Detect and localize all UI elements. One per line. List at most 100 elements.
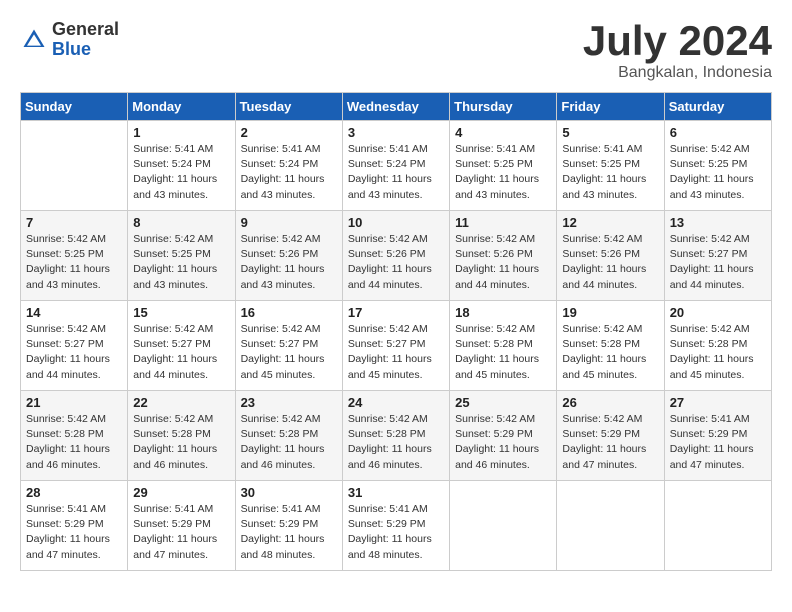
calendar-cell: 30 Sunrise: 5:41 AMSunset: 5:29 PMDayligh… bbox=[235, 481, 342, 571]
calendar-week-row: 1 Sunrise: 5:41 AMSunset: 5:24 PMDaylight… bbox=[21, 121, 772, 211]
cell-info: Sunrise: 5:42 AMSunset: 5:28 PMDaylight:… bbox=[133, 412, 229, 473]
day-number: 13 bbox=[670, 215, 766, 230]
location: Bangkalan, Indonesia bbox=[583, 64, 772, 82]
logo-general: General bbox=[52, 20, 119, 40]
weekday-header: Thursday bbox=[450, 93, 557, 121]
calendar-cell: 11 Sunrise: 5:42 AMSunset: 5:26 PMDayligh… bbox=[450, 211, 557, 301]
calendar-cell: 9Sunrise: 5:42 AMSunset: 5:26 PMDaylight… bbox=[235, 211, 342, 301]
cell-info: Sunrise: 5:42 AMSunset: 5:25 PMDaylight:… bbox=[26, 232, 122, 293]
day-number: 1 bbox=[133, 125, 229, 140]
cell-info: Sunrise: 5:41 AMSunset: 5:24 PMDaylight:… bbox=[241, 142, 337, 203]
month-title: July 2024 bbox=[583, 20, 772, 62]
cell-info: Sunrise: 5:42 AMSunset: 5:26 PMDaylight:… bbox=[348, 232, 444, 293]
logo: General Blue bbox=[20, 20, 119, 60]
weekday-header-row: SundayMondayTuesdayWednesdayThursdayFrid… bbox=[21, 93, 772, 121]
calendar-week-row: 7 Sunrise: 5:42 AMSunset: 5:25 PMDaylight… bbox=[21, 211, 772, 301]
cell-info: Sunrise: 5:42 AMSunset: 5:25 PMDaylight:… bbox=[670, 142, 766, 203]
calendar-cell: 22 Sunrise: 5:42 AMSunset: 5:28 PMDayligh… bbox=[128, 391, 235, 481]
cell-info: Sunrise: 5:41 AMSunset: 5:29 PMDaylight:… bbox=[133, 502, 229, 563]
day-number: 22 bbox=[133, 395, 229, 410]
day-number: 31 bbox=[348, 485, 444, 500]
day-number: 8 bbox=[133, 215, 229, 230]
cell-info: Sunrise: 5:42 AMSunset: 5:28 PMDaylight:… bbox=[455, 322, 551, 383]
title-block: July 2024 Bangkalan, Indonesia bbox=[583, 20, 772, 82]
calendar-cell: 28Sunrise: 5:41 AMSunset: 5:29 PMDayligh… bbox=[21, 481, 128, 571]
calendar-week-row: 14 Sunrise: 5:42 AMSunset: 5:27 PMDayligh… bbox=[21, 301, 772, 391]
day-number: 18 bbox=[455, 305, 551, 320]
calendar-cell: 4Sunrise: 5:41 AMSunset: 5:25 PMDaylight… bbox=[450, 121, 557, 211]
day-number: 15 bbox=[133, 305, 229, 320]
calendar-cell bbox=[21, 121, 128, 211]
day-number: 23 bbox=[241, 395, 337, 410]
day-number: 4 bbox=[455, 125, 551, 140]
cell-info: Sunrise: 5:42 AMSunset: 5:26 PMDaylight:… bbox=[455, 232, 551, 293]
cell-info: Sunrise: 5:42 AMSunset: 5:28 PMDaylight:… bbox=[348, 412, 444, 473]
calendar-cell: 10Sunrise: 5:42 AMSunset: 5:26 PMDayligh… bbox=[342, 211, 449, 301]
calendar-cell: 13 Sunrise: 5:42 AMSunset: 5:27 PMDayligh… bbox=[664, 211, 771, 301]
day-number: 30 bbox=[241, 485, 337, 500]
calendar-cell: 8Sunrise: 5:42 AMSunset: 5:25 PMDaylight… bbox=[128, 211, 235, 301]
cell-info: Sunrise: 5:42 AMSunset: 5:28 PMDaylight:… bbox=[670, 322, 766, 383]
cell-info: Sunrise: 5:41 AMSunset: 5:24 PMDaylight:… bbox=[348, 142, 444, 203]
calendar-cell: 20 Sunrise: 5:42 AMSunset: 5:28 PMDayligh… bbox=[664, 301, 771, 391]
logo-text: General Blue bbox=[52, 20, 119, 60]
day-number: 11 bbox=[455, 215, 551, 230]
cell-info: Sunrise: 5:42 AMSunset: 5:28 PMDaylight:… bbox=[26, 412, 122, 473]
cell-info: Sunrise: 5:42 AMSunset: 5:28 PMDaylight:… bbox=[241, 412, 337, 473]
weekday-header: Wednesday bbox=[342, 93, 449, 121]
day-number: 14 bbox=[26, 305, 122, 320]
calendar-cell: 16 Sunrise: 5:42 AMSunset: 5:27 PMDayligh… bbox=[235, 301, 342, 391]
day-number: 21 bbox=[26, 395, 122, 410]
weekday-header: Monday bbox=[128, 93, 235, 121]
cell-info: Sunrise: 5:42 AMSunset: 5:26 PMDaylight:… bbox=[562, 232, 658, 293]
cell-info: Sunrise: 5:42 AMSunset: 5:27 PMDaylight:… bbox=[670, 232, 766, 293]
weekday-header: Sunday bbox=[21, 93, 128, 121]
calendar-cell: 27 Sunrise: 5:41 AMSunset: 5:29 PMDayligh… bbox=[664, 391, 771, 481]
day-number: 16 bbox=[241, 305, 337, 320]
calendar-cell: 18 Sunrise: 5:42 AMSunset: 5:28 PMDayligh… bbox=[450, 301, 557, 391]
day-number: 7 bbox=[26, 215, 122, 230]
day-number: 12 bbox=[562, 215, 658, 230]
cell-info: Sunrise: 5:42 AMSunset: 5:27 PMDaylight:… bbox=[26, 322, 122, 383]
calendar-week-row: 21 Sunrise: 5:42 AMSunset: 5:28 PMDayligh… bbox=[21, 391, 772, 481]
day-number: 24 bbox=[348, 395, 444, 410]
calendar-cell: 17Sunrise: 5:42 AMSunset: 5:27 PMDayligh… bbox=[342, 301, 449, 391]
day-number: 6 bbox=[670, 125, 766, 140]
day-number: 29 bbox=[133, 485, 229, 500]
calendar-cell bbox=[664, 481, 771, 571]
day-number: 5 bbox=[562, 125, 658, 140]
day-number: 28 bbox=[26, 485, 122, 500]
weekday-header: Friday bbox=[557, 93, 664, 121]
cell-info: Sunrise: 5:42 AMSunset: 5:26 PMDaylight:… bbox=[241, 232, 337, 293]
day-number: 19 bbox=[562, 305, 658, 320]
cell-info: Sunrise: 5:41 AMSunset: 5:29 PMDaylight:… bbox=[670, 412, 766, 473]
calendar-cell: 24 Sunrise: 5:42 AMSunset: 5:28 PMDayligh… bbox=[342, 391, 449, 481]
cell-info: Sunrise: 5:42 AMSunset: 5:28 PMDaylight:… bbox=[562, 322, 658, 383]
calendar-cell: 23 Sunrise: 5:42 AMSunset: 5:28 PMDayligh… bbox=[235, 391, 342, 481]
calendar-cell: 26Sunrise: 5:42 AMSunset: 5:29 PMDayligh… bbox=[557, 391, 664, 481]
calendar-cell: 21 Sunrise: 5:42 AMSunset: 5:28 PMDayligh… bbox=[21, 391, 128, 481]
logo-icon bbox=[20, 26, 48, 54]
calendar-cell bbox=[450, 481, 557, 571]
calendar-cell: 31 Sunrise: 5:41 AMSunset: 5:29 PMDayligh… bbox=[342, 481, 449, 571]
calendar-cell: 7 Sunrise: 5:42 AMSunset: 5:25 PMDaylight… bbox=[21, 211, 128, 301]
calendar-cell bbox=[557, 481, 664, 571]
cell-info: Sunrise: 5:41 AMSunset: 5:29 PMDaylight:… bbox=[241, 502, 337, 563]
calendar-cell: 6 Sunrise: 5:42 AMSunset: 5:25 PMDaylight… bbox=[664, 121, 771, 211]
calendar-cell: 5 Sunrise: 5:41 AMSunset: 5:25 PMDaylight… bbox=[557, 121, 664, 211]
cell-info: Sunrise: 5:42 AMSunset: 5:29 PMDaylight:… bbox=[455, 412, 551, 473]
cell-info: Sunrise: 5:41 AMSunset: 5:29 PMDaylight:… bbox=[348, 502, 444, 563]
page-header: General Blue July 2024 Bangkalan, Indone… bbox=[20, 20, 772, 82]
calendar-cell: 25Sunrise: 5:42 AMSunset: 5:29 PMDayligh… bbox=[450, 391, 557, 481]
cell-info: Sunrise: 5:41 AMSunset: 5:25 PMDaylight:… bbox=[562, 142, 658, 203]
cell-info: Sunrise: 5:41 AMSunset: 5:24 PMDaylight:… bbox=[133, 142, 229, 203]
calendar-cell: 1 Sunrise: 5:41 AMSunset: 5:24 PMDaylight… bbox=[128, 121, 235, 211]
day-number: 27 bbox=[670, 395, 766, 410]
day-number: 20 bbox=[670, 305, 766, 320]
calendar-cell: 2Sunrise: 5:41 AMSunset: 5:24 PMDaylight… bbox=[235, 121, 342, 211]
day-number: 3 bbox=[348, 125, 444, 140]
calendar-cell: 14 Sunrise: 5:42 AMSunset: 5:27 PMDayligh… bbox=[21, 301, 128, 391]
calendar-cell: 15Sunrise: 5:42 AMSunset: 5:27 PMDayligh… bbox=[128, 301, 235, 391]
day-number: 26 bbox=[562, 395, 658, 410]
cell-info: Sunrise: 5:42 AMSunset: 5:27 PMDaylight:… bbox=[241, 322, 337, 383]
